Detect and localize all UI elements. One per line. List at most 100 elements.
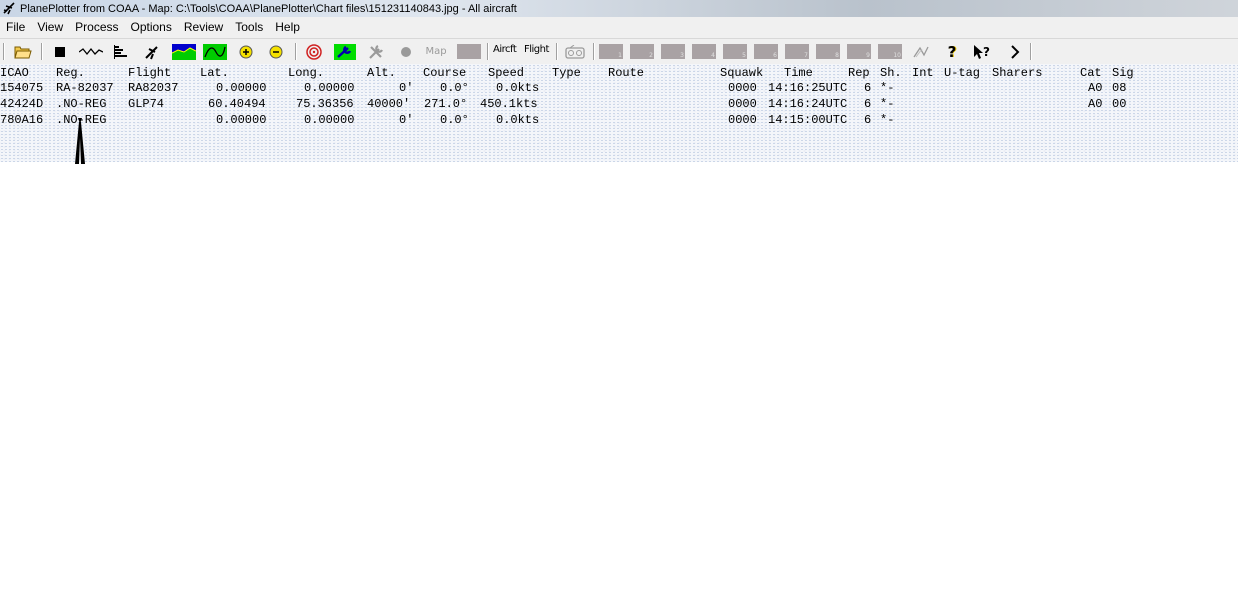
pen-disabled-icon[interactable]: [910, 42, 932, 61]
column-header-flight[interactable]: Flight: [128, 66, 171, 80]
column-header-utag[interactable]: U-tag: [944, 66, 980, 80]
preset-button-2[interactable]: 2: [630, 44, 654, 59]
map-label: Map: [425, 46, 447, 57]
menu-help[interactable]: Help: [269, 17, 306, 38]
zoom-out-icon[interactable]: [266, 42, 286, 61]
cell-rep: 6: [864, 97, 872, 111]
preset-button-10[interactable]: 10: [878, 44, 902, 59]
cell-long: 0.00000: [304, 113, 355, 127]
column-header-cat[interactable]: Cat: [1080, 66, 1102, 80]
cell-speed: 450.1kts: [480, 97, 538, 111]
menu-review[interactable]: Review: [178, 17, 229, 38]
target-icon[interactable]: [303, 42, 325, 61]
waveform-icon[interactable]: [78, 42, 104, 61]
zoom-in-icon[interactable]: [236, 42, 256, 61]
column-header-squawk[interactable]: Squawk: [720, 66, 763, 80]
cell-long: 75.36356: [296, 97, 354, 111]
preset-button-9[interactable]: 9: [847, 44, 871, 59]
column-header-alt[interactable]: Alt.: [367, 66, 396, 80]
cell-squawk: 0000: [728, 81, 757, 95]
cell-sig: 08: [1112, 81, 1127, 95]
map-chart-icon[interactable]: [172, 42, 196, 61]
open-folder-icon[interactable]: [12, 42, 34, 61]
cell-rep: 6: [864, 81, 872, 95]
menu-file[interactable]: File: [0, 17, 31, 38]
context-help-icon[interactable]: ?: [971, 42, 993, 61]
preset-number: 5: [742, 52, 746, 59]
cell-lat: 0.00000: [216, 113, 267, 127]
preset-button-4[interactable]: 4: [692, 44, 716, 59]
column-header-lat[interactable]: Lat.: [200, 66, 229, 80]
menu-options[interactable]: Options: [125, 17, 178, 38]
cell-alt: 40000': [367, 97, 411, 111]
help-icon[interactable]: ?: [942, 42, 962, 61]
column-header-sh[interactable]: Sh.: [880, 66, 902, 80]
curve-chart-icon[interactable]: [203, 42, 227, 61]
record-icon[interactable]: [396, 42, 416, 61]
radio-icon[interactable]: [563, 42, 587, 61]
column-header-rep[interactable]: Rep: [848, 66, 870, 80]
toolbar-separator: [556, 43, 558, 60]
aircraft-table[interactable]: ICAO Reg. Flight Lat. Long. Alt. Course …: [0, 64, 1238, 162]
preset-button-7[interactable]: 7: [785, 44, 809, 59]
menu-process[interactable]: Process: [69, 17, 124, 38]
preset-number: 4: [711, 52, 715, 59]
preset-button-6[interactable]: 6: [754, 44, 778, 59]
aircraft-text-icon[interactable]: Aircft: [493, 44, 517, 55]
cell-alt: 0': [399, 81, 414, 95]
menu-tools[interactable]: Tools: [229, 17, 269, 38]
column-header-icao[interactable]: ICAO: [0, 66, 29, 80]
column-header-course[interactable]: Course: [423, 66, 466, 80]
map-disabled-icon[interactable]: Map: [424, 42, 448, 61]
cell-flight: GLP74: [128, 97, 165, 111]
cell-sh: *-: [880, 113, 895, 127]
cell-rep: 6: [864, 113, 872, 127]
aircraft-icon[interactable]: [142, 42, 162, 61]
cell-sig: 00: [1112, 97, 1127, 111]
menu-view[interactable]: View: [31, 17, 69, 38]
wrench-disabled-icon[interactable]: [365, 42, 387, 61]
text-cursor-icon: [75, 118, 85, 164]
toolbar-separator: [593, 43, 595, 60]
toolbar: Map Aircft Flight 1 2 3 4 5 6 7 8 9 10 ?…: [0, 38, 1238, 65]
preset-number: 9: [866, 52, 870, 59]
preset-button-8[interactable]: 8: [816, 44, 840, 59]
column-header-long[interactable]: Long.: [288, 66, 324, 80]
next-icon[interactable]: [1005, 42, 1025, 61]
column-header-reg[interactable]: Reg.: [56, 66, 85, 80]
column-header-time[interactable]: Time: [784, 66, 813, 80]
preset-button-3[interactable]: 3: [661, 44, 685, 59]
cell-time: 14:16:24UTC: [768, 97, 848, 111]
column-header-speed[interactable]: Speed: [488, 66, 524, 80]
toolbar-grip: [3, 43, 5, 60]
table-row[interactable]: 154075 RA-82037 RA82037 0.00000 0.00000 …: [0, 81, 1238, 95]
column-header-sig[interactable]: Sig: [1112, 66, 1134, 80]
column-header-int[interactable]: Int: [912, 66, 934, 80]
column-header-route[interactable]: Route: [608, 66, 644, 80]
preset-number: 6: [773, 52, 777, 59]
table-row[interactable]: 780A16 .NO-REG 0.00000 0.00000 0' 0.0° 0…: [0, 113, 1238, 127]
toolbar-separator: [295, 43, 297, 60]
preset-button-5[interactable]: 5: [723, 44, 747, 59]
cell-time: 14:15:00UTC: [768, 113, 848, 127]
table-row[interactable]: 42424D .NO-REG GLP74 60.40494 75.36356 4…: [0, 97, 1238, 111]
cell-course: 0.0°: [440, 81, 469, 95]
gray-block-icon[interactable]: [456, 42, 482, 61]
flight-text-icon[interactable]: Flight: [524, 44, 549, 55]
toolbar-separator: [487, 43, 489, 60]
stop-icon[interactable]: [51, 42, 69, 61]
cell-sh: *-: [880, 81, 895, 95]
preset-number: 7: [804, 52, 808, 59]
cell-lat: 60.40494: [208, 97, 266, 111]
toolbar-separator: [1030, 43, 1032, 60]
column-header-sharers[interactable]: Sharers: [992, 66, 1042, 80]
cell-reg: .NO-REG: [56, 97, 107, 111]
cell-speed: 0.0kts: [496, 81, 540, 95]
cell-speed: 0.0kts: [496, 113, 540, 127]
cell-reg: RA-82037: [56, 81, 114, 95]
tools-green-icon[interactable]: [333, 42, 357, 61]
cell-course: 271.0°: [424, 97, 468, 111]
bar-list-icon[interactable]: [111, 42, 131, 61]
column-header-type[interactable]: Type: [552, 66, 581, 80]
preset-button-1[interactable]: 1: [599, 44, 623, 59]
